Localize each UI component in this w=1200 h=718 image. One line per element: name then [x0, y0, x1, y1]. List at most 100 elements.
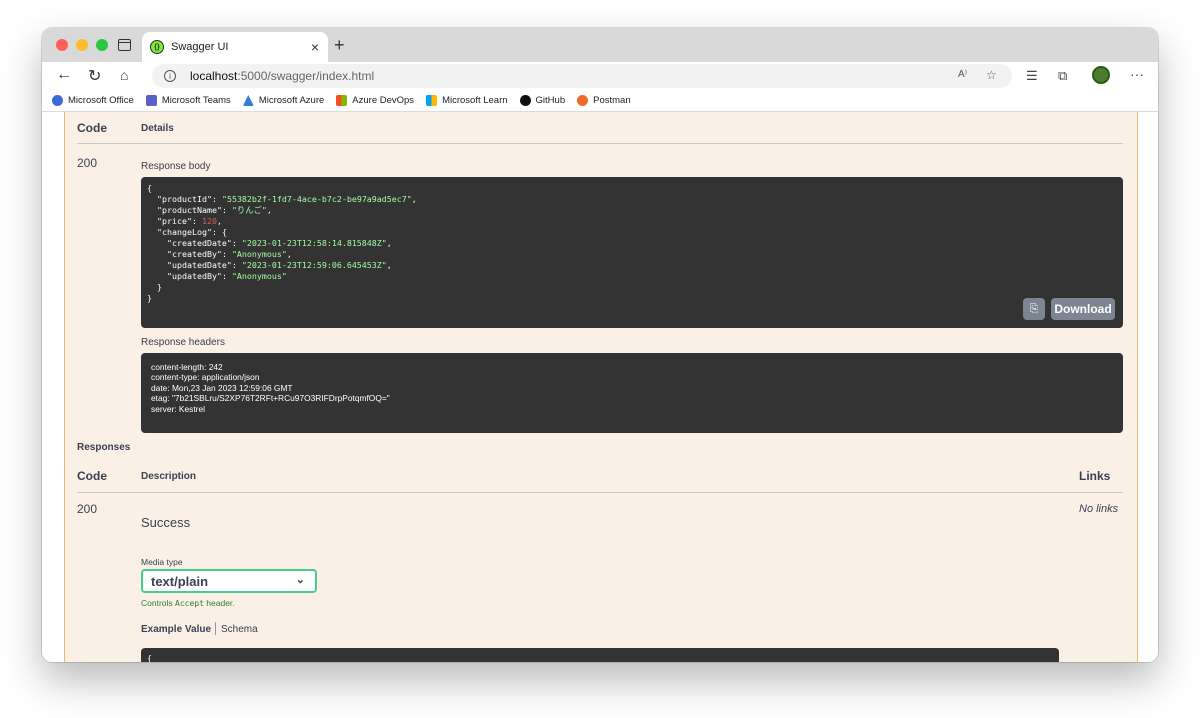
new-tab-button[interactable]: +: [334, 35, 345, 56]
tab-swagger-ui[interactable]: {} Swagger UI ×: [142, 32, 328, 62]
bookmark-microsoft-azure[interactable]: Microsoft Azure: [242, 95, 325, 106]
maximize-window-button[interactable]: [96, 39, 108, 51]
media-type-value: text/plain: [151, 573, 209, 589]
responses-col-links: Links: [1079, 469, 1111, 483]
clipboard-icon: ⎘: [1029, 302, 1039, 315]
json-value: "2023-01-23T12:59:06.645453Z": [241, 260, 387, 270]
bookmark-label: Microsoft Learn: [442, 95, 508, 106]
json-value: "りんご": [231, 205, 267, 215]
bookmark-github[interactable]: GitHub: [519, 95, 566, 106]
bookmark-label: Azure DevOps: [352, 95, 415, 106]
json-brace: }: [147, 293, 152, 303]
tab-actions-icon[interactable]: [118, 39, 131, 51]
json-key: "updatedBy": [166, 271, 222, 281]
json-value: "Anonymous": [231, 271, 287, 281]
tab-close-icon[interactable]: ×: [311, 39, 319, 55]
copy-to-clipboard-button[interactable]: ⎘: [1023, 298, 1045, 320]
responses-col-code: Code: [77, 469, 107, 483]
col-code-header: Code: [77, 121, 107, 135]
github-icon: [519, 95, 531, 106]
browser-window: {} Swagger UI × + ← ↻ ⌂ i localhost:5000…: [42, 28, 1158, 662]
tab-bar: {} Swagger UI × +: [42, 28, 1158, 62]
bookmark-label: Microsoft Azure: [258, 95, 325, 106]
tab-title: Swagger UI: [171, 41, 229, 53]
tab-separator: [215, 622, 216, 635]
json-value: 120: [201, 216, 217, 226]
json-value: "Anonymous": [231, 249, 287, 259]
microsoft-office-icon: [52, 95, 63, 106]
divider: [77, 492, 1123, 493]
bookmarks-bar: Microsoft Office Microsoft Teams Microso…: [42, 90, 1158, 112]
divider: [77, 143, 1123, 144]
microsoft-teams-icon: [145, 95, 157, 106]
read-aloud-icon[interactable]: A⁾: [958, 69, 967, 80]
bookmark-label: GitHub: [535, 95, 566, 106]
col-details-header: Details: [141, 123, 174, 134]
bookmark-postman[interactable]: Postman: [577, 95, 631, 106]
header-line: server: Kestrel: [151, 403, 205, 414]
responses-title: Responses: [77, 442, 131, 453]
json-key: "productName": [157, 205, 222, 215]
bookmark-label: Microsoft Office: [68, 95, 134, 106]
response-body-label: Response body: [141, 161, 211, 172]
controls-accept-note: Controls Accept header.: [141, 598, 235, 608]
bookmark-microsoft-office[interactable]: Microsoft Office: [52, 95, 134, 106]
json-value: "2023-01-23T12:58:14.815848Z": [241, 238, 387, 248]
response-code: 200: [77, 156, 98, 170]
json-key: "price": [157, 216, 192, 226]
json-key: "productId": [157, 194, 212, 204]
refresh-icon[interactable]: ↻: [88, 66, 101, 86]
profile-avatar[interactable]: [1092, 66, 1110, 84]
minimize-window-button[interactable]: [76, 39, 88, 51]
json-key: "changeLog": [157, 227, 212, 237]
responses-col-description: Description: [141, 471, 197, 482]
favorites-icon[interactable]: ☰: [1026, 68, 1038, 84]
home-icon[interactable]: ⌂: [120, 67, 128, 83]
header-line: content-length: 242: [151, 362, 223, 372]
operation-panel: Code Details 200 Response body { "produc…: [64, 112, 1138, 662]
header-line: date: Mon,23 Jan 2023 12:59:06 GMT: [151, 382, 293, 393]
swagger-favicon-icon: {}: [150, 40, 164, 54]
bookmark-microsoft-learn[interactable]: Microsoft Learn: [426, 95, 508, 106]
download-button[interactable]: Download: [1051, 298, 1115, 320]
json-brace: {: [147, 183, 152, 193]
example-value-code[interactable]: {: [141, 648, 1059, 662]
note-text: Controls: [141, 598, 176, 608]
no-links-text: No links: [1079, 503, 1119, 515]
note-text: header.: [203, 598, 235, 608]
bookmark-azure-devops[interactable]: Azure DevOps: [336, 95, 414, 106]
collections-icon[interactable]: ⧉: [1058, 68, 1067, 84]
url-path: :5000/swagger/index.html: [237, 69, 375, 83]
bookmark-label: Microsoft Teams: [161, 95, 231, 106]
media-type-select[interactable]: text/plain ⌄: [141, 569, 317, 593]
schema-tab[interactable]: Schema: [221, 624, 258, 635]
json-brace: }: [157, 282, 162, 292]
media-type-label: Media type: [141, 557, 183, 567]
note-code: Accept: [175, 599, 204, 608]
json-brace: {: [147, 653, 152, 662]
url-input[interactable]: i localhost:5000/swagger/index.html A⁾ ☆: [152, 64, 1012, 88]
json-key: "updatedDate": [166, 260, 232, 270]
responses-code: 200: [77, 502, 98, 516]
address-bar: ← ↻ ⌂ i localhost:5000/swagger/index.htm…: [42, 62, 1158, 90]
example-value-tab[interactable]: Example Value: [141, 624, 211, 635]
azure-icon: [242, 95, 254, 106]
chevron-down-icon: ⌄: [295, 574, 305, 586]
json-key: "createdDate": [166, 238, 232, 248]
add-favorite-icon[interactable]: ☆: [986, 68, 997, 82]
json-key: "createdBy": [166, 249, 222, 259]
response-headers-code[interactable]: content-length: 242 content-type: applic…: [141, 353, 1123, 433]
window-controls: [56, 39, 108, 51]
bookmark-microsoft-teams[interactable]: Microsoft Teams: [145, 95, 231, 106]
close-window-button[interactable]: [56, 39, 68, 51]
header-line: content-type: application/json: [151, 372, 260, 383]
header-line: etag: "7b21SBLru/S2XP76T2RFt+RCu97O3RIFD…: [151, 393, 390, 404]
back-arrow-icon[interactable]: ←: [56, 66, 72, 84]
more-menu-icon[interactable]: ···: [1130, 66, 1144, 82]
response-body-code[interactable]: { "productId": "55382b2f-1fd7-4ace-b7c2-…: [141, 177, 1123, 328]
bookmark-label: Postman: [593, 95, 631, 106]
site-info-icon[interactable]: i: [164, 70, 176, 82]
microsoft-logo-icon: [336, 95, 348, 106]
page-content: Code Details 200 Response body { "produc…: [42, 112, 1158, 662]
json-value: "55382b2f-1fd7-4ace-b7c2-be97a9ad5ec7": [221, 194, 412, 204]
